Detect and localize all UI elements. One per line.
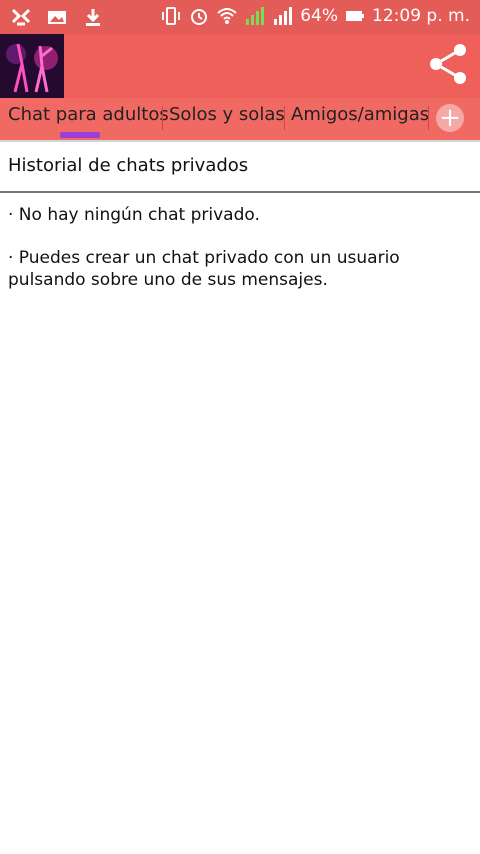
tab-chat-para-adultos[interactable]: Chat para adultos <box>8 104 169 125</box>
app-thumbnail[interactable] <box>0 34 64 98</box>
vibrate-icon <box>160 5 182 27</box>
help-message: · Puedes crear un chat privado con un us… <box>8 248 400 290</box>
tab-bar-shadow <box>0 140 480 142</box>
active-tab-indicator <box>60 132 100 138</box>
tab-solos-y-solas[interactable]: Solos y solas <box>169 104 285 125</box>
tab-amigos-amigas[interactable]: Amigos/amigas <box>291 104 429 125</box>
battery-percent: 64% <box>300 6 339 26</box>
battery-icon <box>344 5 366 27</box>
share-icon[interactable] <box>426 42 470 86</box>
title-divider <box>0 191 480 193</box>
clock: 12:09 p. m. <box>372 6 470 26</box>
signal-icon-2 <box>272 5 294 27</box>
alarm-icon <box>188 5 210 27</box>
tab-divider <box>162 106 163 130</box>
wifi-icon <box>216 5 238 27</box>
gallery-icon <box>46 6 68 28</box>
tab-divider <box>428 106 429 130</box>
app-bar <box>0 34 480 98</box>
page-title: Historial de chats privados <box>8 155 249 176</box>
download-icon <box>82 6 104 28</box>
status-bar: 64% 12:09 p. m. <box>0 0 480 34</box>
add-tab-icon[interactable]: + <box>436 104 464 132</box>
empty-message: · No hay ningún chat privado. <box>8 205 260 225</box>
signal-icon-1 <box>244 5 266 27</box>
tab-divider <box>284 106 285 130</box>
app-notification-icon <box>10 6 32 28</box>
